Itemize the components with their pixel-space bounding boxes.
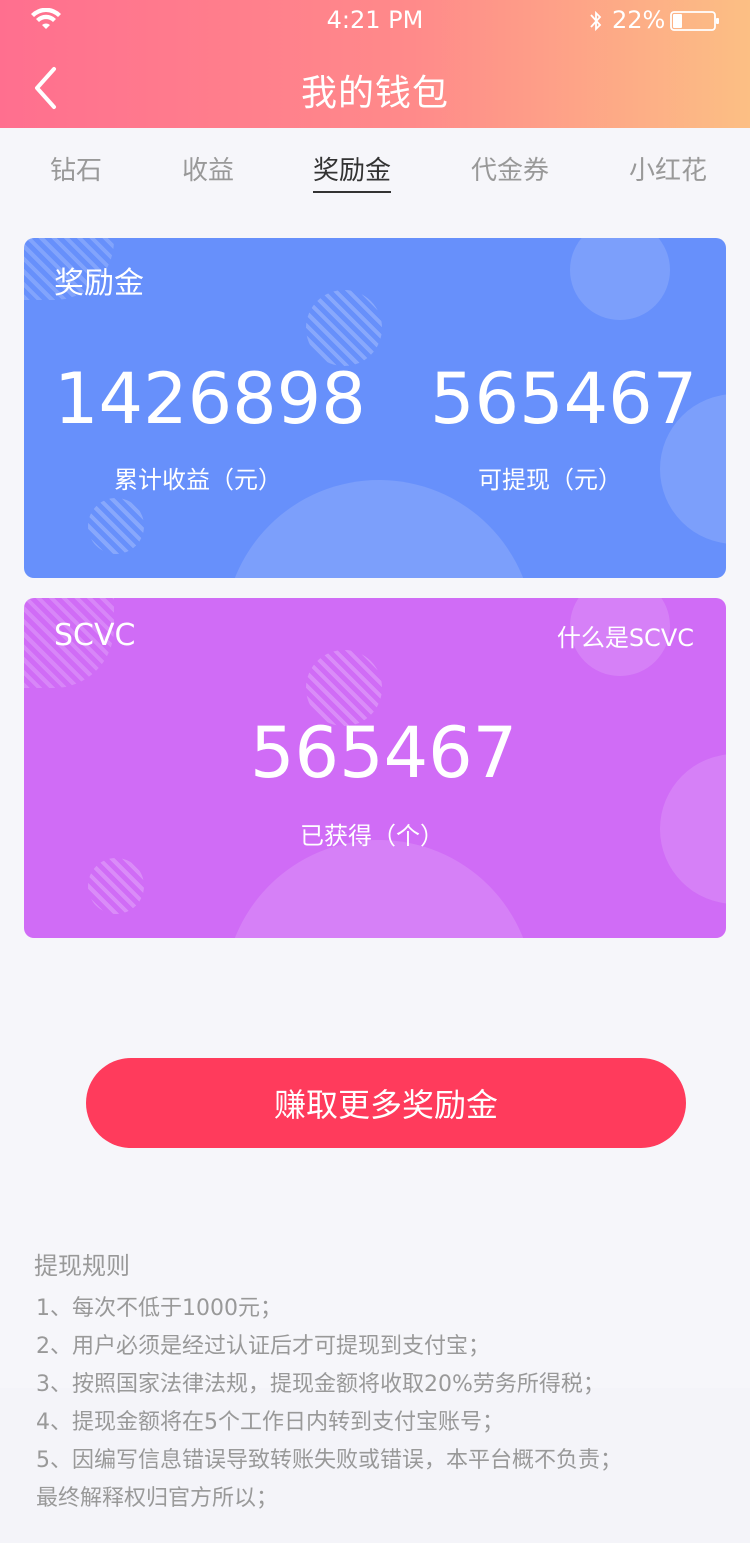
tab-reward[interactable]: 奖励金 — [313, 150, 392, 193]
tab-diamond[interactable]: 钻石 — [50, 150, 102, 187]
earn-more-reward-button[interactable]: 赚取更多奖励金 — [86, 1058, 686, 1148]
stripe-circle-decoration — [88, 498, 144, 554]
scvc-card-title: SCVC — [54, 618, 136, 653]
scvc-obtained-value: 565467 — [250, 712, 518, 794]
scvc-card: SCVC 什么是SCVC 565467 已获得（个） — [24, 598, 726, 938]
withdrawable-label: 可提现（元） — [478, 466, 622, 494]
rule-item: 最终解释权归官方所以； — [36, 1486, 279, 1511]
circle-decoration — [570, 238, 670, 320]
stripe-circle-decoration — [88, 858, 144, 914]
battery-percentage: 22% — [612, 6, 666, 34]
reward-card: 奖励金 1426898 累计收益（元） 565467 可提现（元） — [24, 238, 726, 578]
rule-item: 4、提现金额将在5个工作日内转到支付宝账号； — [36, 1410, 504, 1435]
stripe-circle-decoration — [306, 290, 382, 366]
circle-decoration — [224, 840, 534, 938]
reward-card-title: 奖励金 — [54, 266, 144, 301]
circle-decoration — [660, 754, 726, 904]
withdraw-rules-title: 提现规则 — [34, 1252, 130, 1280]
what-is-scvc-link[interactable]: 什么是SCVC — [557, 618, 694, 653]
withdrawable-value: 565467 — [430, 358, 698, 440]
tab-earnings[interactable]: 收益 — [182, 150, 234, 187]
status-bar: 4:21 PM 22% — [0, 0, 750, 44]
rule-item: 1、每次不低于1000元； — [36, 1296, 282, 1321]
rule-item: 2、用户必须是经过认证后才可提现到支付宝； — [36, 1334, 490, 1359]
total-earnings-value: 1426898 — [54, 358, 366, 440]
battery-icon — [670, 11, 719, 31]
total-earnings-label: 累计收益（元） — [114, 466, 282, 494]
wallet-tabs: 钻石 收益 奖励金 代金券 小红花 — [0, 128, 750, 208]
rule-item: 3、按照国家法律法规，提现金额将收取20%劳务所得税； — [36, 1372, 605, 1397]
page-title: 我的钱包 — [300, 73, 449, 114]
bluetooth-icon — [590, 10, 602, 32]
app-header: 4:21 PM 22% 我的钱包 — [0, 0, 750, 128]
rule-item: 5、因编写信息错误导致转账失败或错误，本平台概不负责； — [36, 1448, 622, 1473]
tab-voucher[interactable]: 代金券 — [471, 150, 549, 187]
tab-little-red-flower[interactable]: 小红花 — [629, 150, 707, 187]
scvc-obtained-label: 已获得（个） — [300, 822, 444, 850]
